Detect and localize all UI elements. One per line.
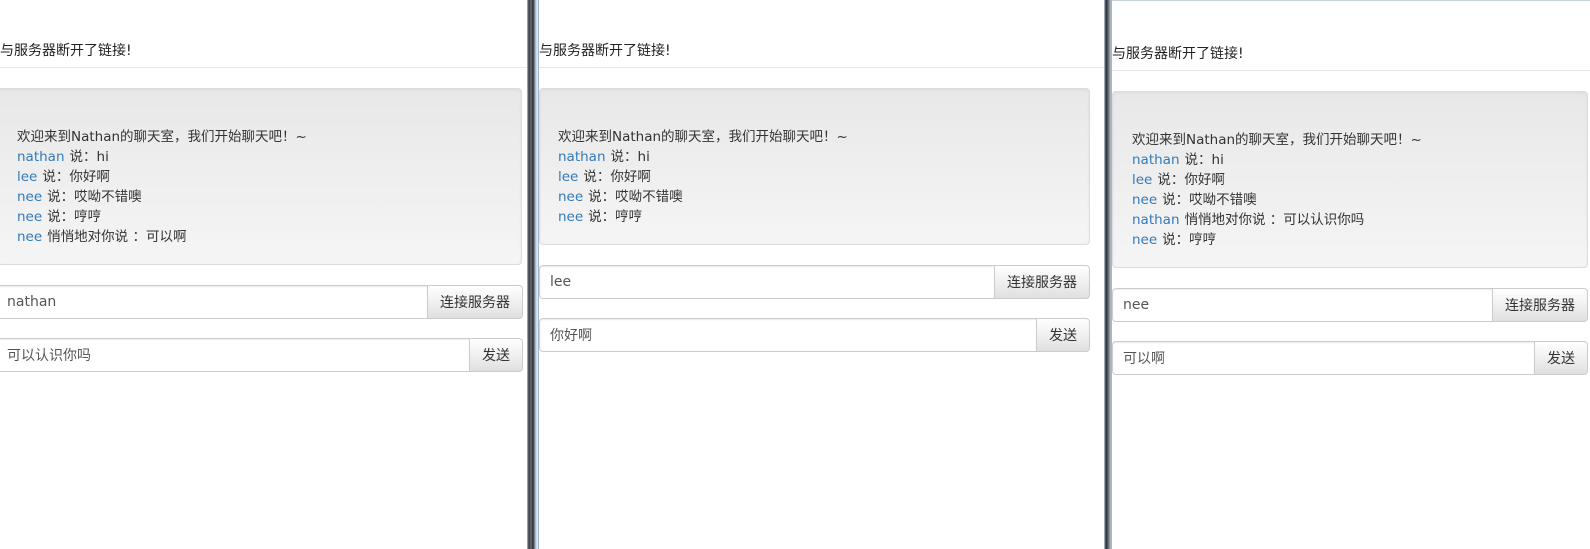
chat-username: nee	[17, 189, 43, 205]
desktop-screen: 与服务器断开了链接! 欢迎来到Nathan的聊天室，我们开始聊天吧！~ nath…	[0, 0, 1590, 549]
chat-text: 说：你好啊	[42, 169, 110, 185]
status-bar: 与服务器断开了链接!	[0, 0, 527, 68]
chat-message-list: 欢迎来到Nathan的聊天室，我们开始聊天吧！~ nathan 说：hi lee 说…	[1112, 91, 1588, 268]
chat-message: nathan 悄悄地对你说 ：可以认识你吗	[1132, 210, 1587, 230]
chat-message: lee 说：你好啊	[1132, 170, 1587, 190]
chat-text: 说：哎呦不错噢	[1162, 192, 1257, 208]
message-group: 发送	[0, 338, 523, 372]
chat-username: nee	[1132, 192, 1158, 208]
chat-text: 说：哼哼	[588, 209, 643, 225]
message-input[interactable]	[539, 318, 1036, 352]
chat-message: nee 说：哼哼	[1132, 230, 1587, 250]
window-divider	[1104, 0, 1111, 549]
chat-username: lee	[17, 169, 38, 185]
chat-text: 说：哼哼	[1162, 232, 1217, 248]
chat-username: nathan	[558, 149, 606, 165]
chat-window-2: 与服务器断开了链接! 欢迎来到Nathan的聊天室，我们开始聊天吧！~ nath…	[538, 0, 1104, 549]
message-group: 发送	[1112, 341, 1588, 375]
chat-message: nee 说：哎呦不错噢	[558, 187, 1089, 207]
username-group: 连接服务器	[539, 265, 1090, 299]
chat-message: nathan 说：hi	[17, 147, 521, 167]
chat-window-1: 与服务器断开了链接! 欢迎来到Nathan的聊天室，我们开始聊天吧！~ nath…	[0, 0, 527, 549]
status-bar: 与服务器断开了链接!	[1112, 3, 1590, 71]
chat-username: nee	[558, 209, 584, 225]
send-button[interactable]: 发送	[469, 338, 523, 372]
connect-server-button[interactable]: 连接服务器	[994, 265, 1090, 299]
send-button[interactable]: 发送	[1036, 318, 1090, 352]
chat-username: lee	[558, 169, 579, 185]
username-input[interactable]	[539, 265, 994, 299]
chat-message: nathan 说：hi	[558, 147, 1089, 167]
chat-message: nee 说：哼哼	[558, 207, 1089, 227]
chat-text: 悄悄地对你说 ：可以啊	[47, 229, 187, 245]
window-top-border	[1112, 0, 1590, 1]
chat-text: 说：你好啊	[583, 169, 651, 185]
chat-username: nee	[558, 189, 584, 205]
connection-status: 与服务器断开了链接!	[0, 43, 132, 59]
chat-message-welcome: 欢迎来到Nathan的聊天室，我们开始聊天吧！~	[1132, 132, 1422, 148]
chat-text: 说：hi	[69, 149, 109, 165]
window-divider	[527, 0, 538, 549]
chat-text: 说：哎呦不错噢	[588, 189, 683, 205]
chat-text: 说：哎呦不错噢	[47, 189, 142, 205]
chat-username: lee	[1132, 172, 1153, 188]
chat-message-list: 欢迎来到Nathan的聊天室，我们开始聊天吧！~ nathan 说：hi lee 说…	[539, 88, 1090, 245]
username-group: 连接服务器	[0, 285, 523, 319]
connection-status: 与服务器断开了链接!	[1112, 46, 1244, 62]
message-input[interactable]	[0, 338, 469, 372]
connection-status: 与服务器断开了链接!	[539, 43, 671, 59]
username-input[interactable]	[1112, 288, 1492, 322]
chat-username: nee	[17, 209, 43, 225]
chat-text: 说：hi	[610, 149, 650, 165]
username-group: 连接服务器	[1112, 288, 1588, 322]
chat-username: nathan	[1132, 212, 1180, 228]
chat-username: nathan	[17, 149, 65, 165]
chat-text: 说：哼哼	[47, 209, 102, 225]
connect-server-button[interactable]: 连接服务器	[427, 285, 523, 319]
chat-username: nathan	[1132, 152, 1180, 168]
send-button[interactable]: 发送	[1534, 341, 1588, 375]
connect-server-button[interactable]: 连接服务器	[1492, 288, 1588, 322]
chat-message-list: 欢迎来到Nathan的聊天室，我们开始聊天吧！~ nathan 说：hi lee 说…	[0, 88, 522, 265]
status-bar: 与服务器断开了链接!	[539, 0, 1104, 68]
chat-text: 悄悄地对你说 ：可以认识你吗	[1184, 212, 1365, 228]
chat-message-welcome: 欢迎来到Nathan的聊天室，我们开始聊天吧！~	[558, 129, 848, 145]
username-input[interactable]	[0, 285, 427, 319]
chat-message: lee 说：你好啊	[558, 167, 1089, 187]
message-group: 发送	[539, 318, 1090, 352]
chat-message: nee 说：哎呦不错噢	[1132, 190, 1587, 210]
chat-message: lee 说：你好啊	[17, 167, 521, 187]
chat-message-welcome: 欢迎来到Nathan的聊天室，我们开始聊天吧！~	[17, 129, 307, 145]
chat-window-3: 与服务器断开了链接! 欢迎来到Nathan的聊天室，我们开始聊天吧！~ nath…	[1111, 0, 1590, 549]
chat-username: nee	[1132, 232, 1158, 248]
chat-message: nathan 说：hi	[1132, 150, 1587, 170]
message-input[interactable]	[1112, 341, 1534, 375]
chat-text: 说：你好啊	[1157, 172, 1225, 188]
chat-message: nee 说：哎呦不错噢	[17, 187, 521, 207]
chat-message: nee 悄悄地对你说 ：可以啊	[17, 227, 521, 247]
chat-message: nee 说：哼哼	[17, 207, 521, 227]
chat-text: 说：hi	[1184, 152, 1224, 168]
chat-username: nee	[17, 229, 43, 245]
